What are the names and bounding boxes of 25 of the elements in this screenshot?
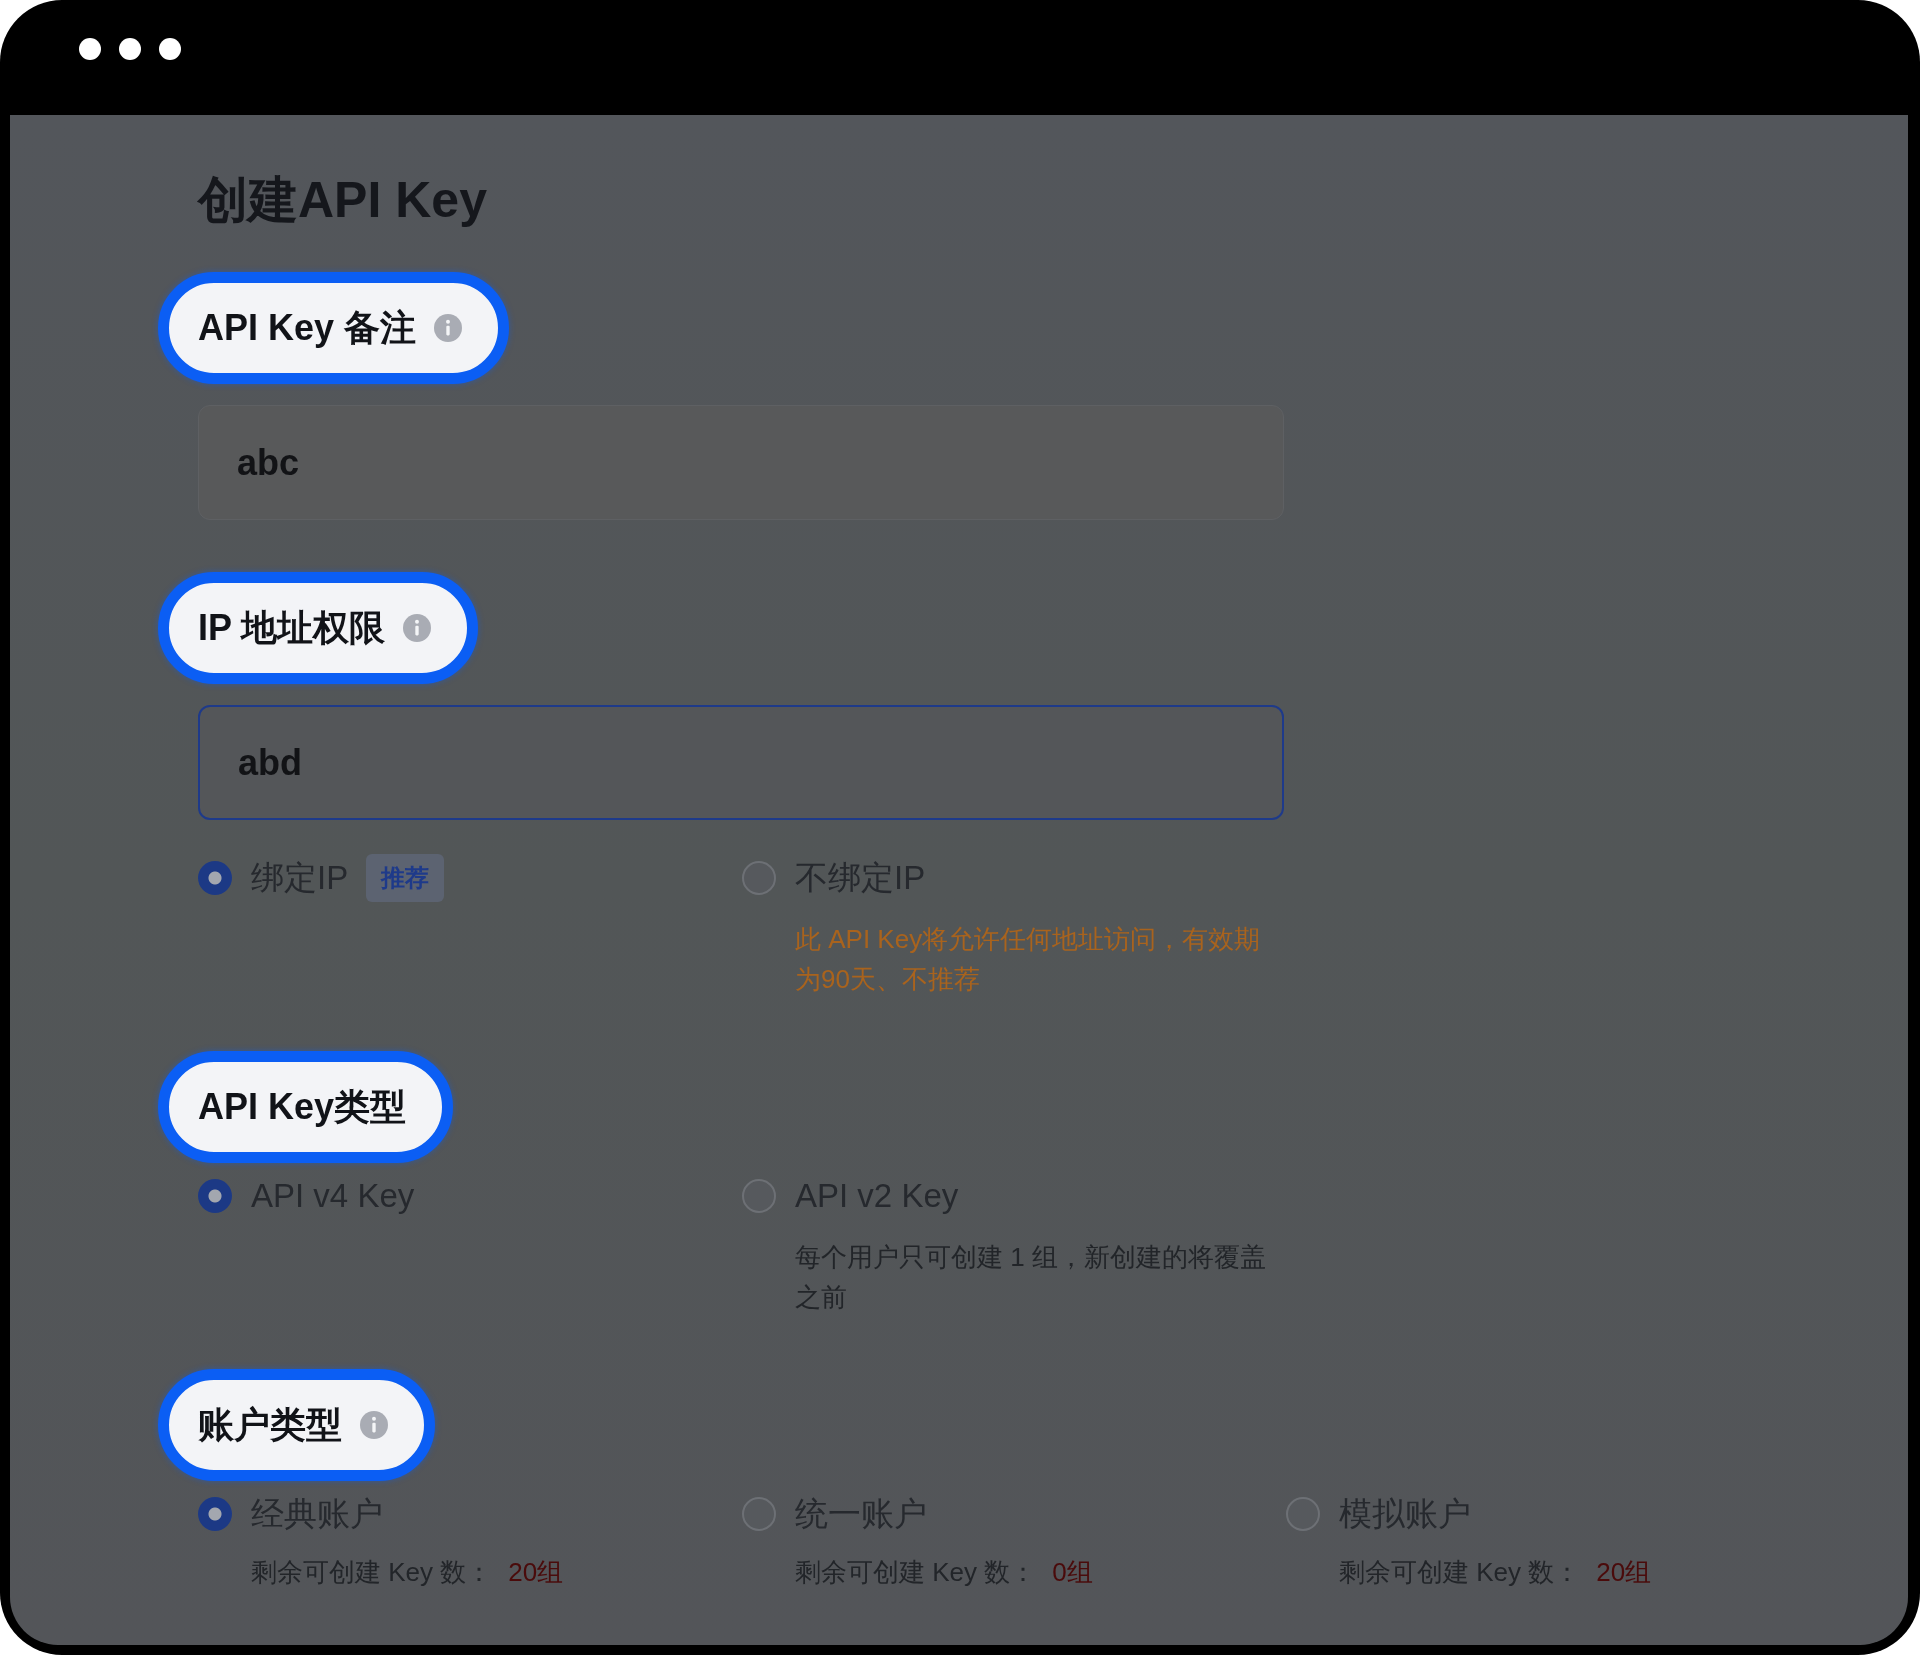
radio-button[interactable] [1286, 1497, 1320, 1531]
radio-button[interactable] [198, 861, 232, 895]
radio-button[interactable] [742, 861, 776, 895]
window-dot-icon [119, 38, 141, 60]
quota-value: 0组 [1052, 1556, 1093, 1589]
info-icon[interactable] [403, 614, 432, 642]
input-field[interactable]: abd [198, 705, 1284, 820]
quota-value: 20组 [1596, 1556, 1652, 1589]
field-label: 账户类型 [198, 1403, 342, 1447]
field-label: IP 地址权限 [198, 606, 386, 650]
recommended-badge: 推荐 [366, 854, 445, 902]
radio-button[interactable] [198, 1179, 232, 1213]
window-dot-icon [79, 38, 101, 60]
input-field[interactable]: abc [198, 405, 1284, 520]
radio-button[interactable] [742, 1179, 776, 1213]
quota-value: 20组 [508, 1556, 564, 1589]
field-label: API Key类型 [198, 1085, 407, 1129]
warning-text: 此 API Key将允许任何地址访问，有效期为90天、不推荐 [795, 923, 1262, 996]
page-title: 创建API Key [198, 171, 487, 230]
info-icon[interactable] [434, 314, 463, 342]
window-dot-icon [159, 38, 181, 60]
info-icon[interactable] [360, 1411, 388, 1439]
field-label: API Key 备注 [198, 306, 417, 350]
radio-button[interactable] [742, 1497, 776, 1531]
radio-button[interactable] [198, 1497, 232, 1531]
